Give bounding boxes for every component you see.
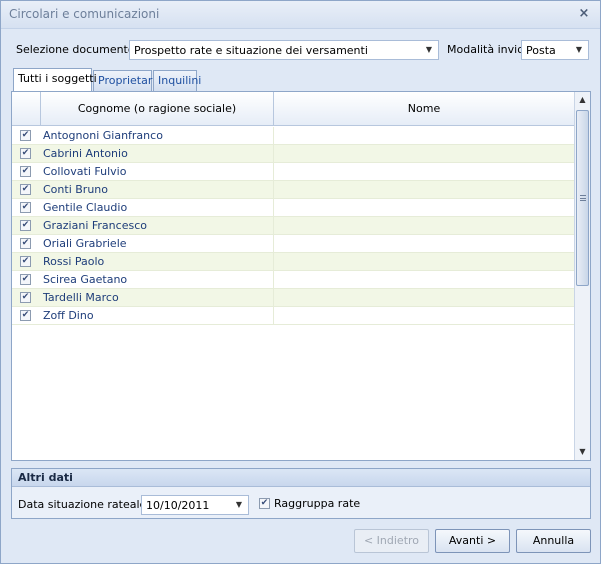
cell-cognome: Scirea Gaetano bbox=[43, 273, 128, 286]
cell-cognome: Cabrini Antonio bbox=[43, 147, 128, 160]
column-header-nome[interactable]: Nome bbox=[274, 92, 574, 126]
altri-dati-title: Altri dati bbox=[12, 469, 590, 487]
date-label: Data situazione rateale: bbox=[18, 498, 150, 511]
header-check-column[interactable] bbox=[12, 92, 41, 126]
tab-inquilini[interactable]: Inquilini bbox=[153, 70, 201, 91]
cell-cognome: Tardelli Marco bbox=[43, 291, 119, 304]
scrollbar-thumb[interactable] bbox=[576, 110, 589, 286]
column-separator bbox=[273, 181, 274, 199]
date-picker[interactable]: 10/10/2011 ▼ bbox=[141, 495, 249, 515]
row-checkbox[interactable]: ✔ bbox=[20, 256, 31, 267]
table-row[interactable]: ✔ Conti Bruno bbox=[12, 181, 574, 199]
tab-proprietari[interactable]: Proprietari bbox=[93, 70, 155, 91]
cancel-button[interactable]: Annulla bbox=[516, 529, 591, 553]
column-separator bbox=[273, 253, 274, 271]
table-row[interactable]: ✔ Collovati Fulvio bbox=[12, 163, 574, 181]
row-checkbox[interactable]: ✔ bbox=[20, 274, 31, 285]
table-row[interactable]: ✔ Zoff Dino bbox=[12, 307, 574, 325]
column-separator bbox=[273, 235, 274, 253]
column-separator bbox=[273, 307, 274, 325]
row-checkbox[interactable]: ✔ bbox=[20, 202, 31, 213]
cell-cognome: Rossi Paolo bbox=[43, 255, 105, 268]
row-checkbox[interactable]: ✔ bbox=[20, 130, 31, 141]
scroll-down-icon[interactable]: ▼ bbox=[575, 444, 590, 460]
column-header-cognome[interactable]: Cognome (o ragione sociale) bbox=[41, 92, 274, 126]
raggruppa-label: Raggruppa rate bbox=[274, 497, 361, 510]
cell-cognome: Oriali Grabriele bbox=[43, 237, 127, 250]
vertical-scrollbar[interactable]: ▲ ▼ bbox=[574, 92, 590, 460]
back-button[interactable]: < Indietro bbox=[354, 529, 429, 553]
chevron-down-icon[interactable]: ▼ bbox=[422, 43, 436, 57]
tab-tutti[interactable]: Tutti i soggetti bbox=[13, 68, 97, 91]
table-row[interactable]: ✔ Graziani Francesco bbox=[12, 217, 574, 235]
row-checkbox[interactable]: ✔ bbox=[20, 238, 31, 249]
dialog-window: Circolari e comunicazioni × Selezione do… bbox=[0, 0, 601, 564]
row-checkbox[interactable]: ✔ bbox=[20, 166, 31, 177]
table-row[interactable]: ✔ Antognoni Gianfranco bbox=[12, 127, 574, 145]
column-separator bbox=[273, 271, 274, 289]
close-icon[interactable]: × bbox=[576, 6, 592, 22]
raggruppa-checkbox[interactable]: ✔ bbox=[259, 498, 270, 509]
table-row[interactable]: ✔ Oriali Grabriele bbox=[12, 235, 574, 253]
cell-cognome: Conti Bruno bbox=[43, 183, 108, 196]
subjects-grid: Cognome (o ragione sociale) Nome ✔ Antogn… bbox=[11, 91, 591, 461]
grip-icon bbox=[580, 195, 586, 201]
document-select[interactable]: Prospetto rate e situazione dei versamen… bbox=[129, 40, 439, 60]
column-separator bbox=[273, 289, 274, 307]
cell-cognome: Gentile Claudio bbox=[43, 201, 128, 214]
grid-header: Cognome (o ragione sociale) Nome bbox=[12, 92, 574, 126]
table-row[interactable]: ✔ Tardelli Marco bbox=[12, 289, 574, 307]
send-mode-value: Posta bbox=[526, 44, 556, 57]
date-value: 10/10/2011 bbox=[146, 499, 210, 512]
table-row[interactable]: ✔ Scirea Gaetano bbox=[12, 271, 574, 289]
send-mode-label: Modalità invio: bbox=[447, 43, 528, 56]
altri-dati-group: Altri dati Data situazione rateale: 10/1… bbox=[11, 468, 591, 519]
cell-cognome: Zoff Dino bbox=[43, 309, 94, 322]
cell-cognome: Graziani Francesco bbox=[43, 219, 147, 232]
chevron-down-icon[interactable]: ▼ bbox=[232, 498, 246, 512]
document-select-value: Prospetto rate e situazione dei versamen… bbox=[134, 44, 368, 57]
title-bar: Circolari e comunicazioni × bbox=[1, 1, 600, 29]
column-separator bbox=[273, 163, 274, 181]
cell-cognome: Antognoni Gianfranco bbox=[43, 129, 163, 142]
column-separator bbox=[273, 217, 274, 235]
column-separator bbox=[273, 127, 274, 145]
table-row[interactable]: ✔ Rossi Paolo bbox=[12, 253, 574, 271]
row-checkbox[interactable]: ✔ bbox=[20, 310, 31, 321]
row-checkbox[interactable]: ✔ bbox=[20, 148, 31, 159]
next-button[interactable]: Avanti > bbox=[435, 529, 510, 553]
column-separator bbox=[273, 199, 274, 217]
table-row[interactable]: ✔ Gentile Claudio bbox=[12, 199, 574, 217]
scroll-up-icon[interactable]: ▲ bbox=[575, 92, 590, 108]
cell-cognome: Collovati Fulvio bbox=[43, 165, 127, 178]
row-checkbox[interactable]: ✔ bbox=[20, 292, 31, 303]
table-row[interactable]: ✔ Cabrini Antonio bbox=[12, 145, 574, 163]
window-title: Circolari e comunicazioni bbox=[9, 7, 160, 21]
document-label: Selezione documento: bbox=[16, 43, 139, 56]
row-checkbox[interactable]: ✔ bbox=[20, 220, 31, 231]
column-separator bbox=[273, 145, 274, 163]
send-mode-select[interactable]: Posta ▼ bbox=[521, 40, 589, 60]
chevron-down-icon[interactable]: ▼ bbox=[572, 43, 586, 57]
row-checkbox[interactable]: ✔ bbox=[20, 184, 31, 195]
